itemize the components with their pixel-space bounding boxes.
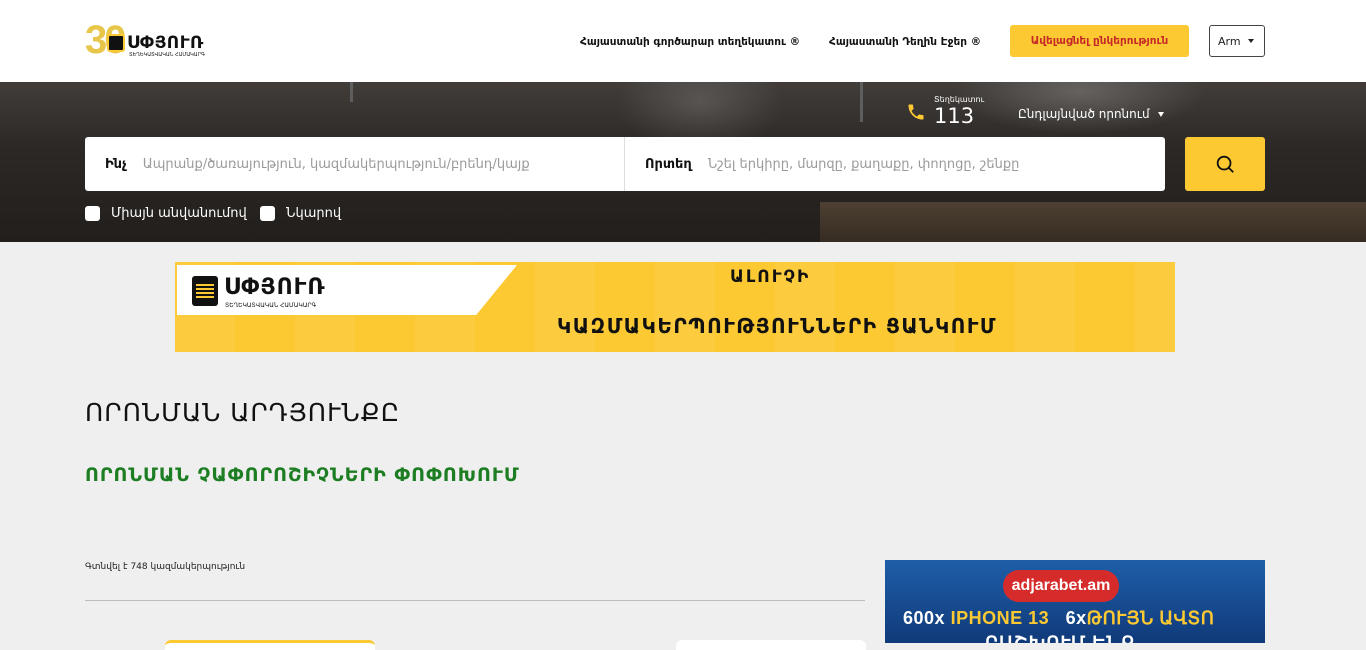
checkbox-with-image-box[interactable] bbox=[260, 206, 275, 221]
site-header: 30 ՍՓՅՈՒՌ ՏԵՂԵԿԱՏՎԱԿԱՆ ՀԱՄԱԿԱՐԳ Հայաստան… bbox=[0, 0, 1366, 82]
advanced-search-label: Ընդլայնված որոնում bbox=[1018, 107, 1150, 121]
chevron-down-icon bbox=[1157, 112, 1164, 117]
ad-headline-count-2: 6x bbox=[1065, 608, 1087, 628]
change-search-criteria-link[interactable]: ՈՐՈՆՄԱՆ ՉԱՓՈՐՈՇԻՉՆԵՐԻ ՓՈՓՈԽՈՒՄ bbox=[85, 464, 520, 486]
search-where-input[interactable] bbox=[707, 149, 1165, 179]
checkbox-name-only-label: Միայն անվանումով bbox=[111, 206, 247, 221]
logo-emblem-icon bbox=[107, 34, 125, 52]
checkbox-name-only-box[interactable] bbox=[85, 206, 100, 221]
search-what-input[interactable] bbox=[142, 149, 624, 179]
search-icon bbox=[1216, 155, 1234, 173]
ad-headline-prize-2: ԹՈՒՅՆ ԱՎՏՈ bbox=[1086, 608, 1215, 628]
ad-subline: ԲԱՇԽՈՒՄ ԵՆՔ bbox=[985, 633, 1136, 643]
site-logo[interactable]: 30 ՍՓՅՈՒՌ ՏԵՂԵԿԱՏՎԱԿԱՆ ՀԱՄԱԿԱՐԳ bbox=[85, 18, 205, 62]
language-select-value: Arm bbox=[1218, 34, 1241, 48]
banner-top-text: ԱԼՈՒՉԻ bbox=[730, 267, 811, 287]
ad-headline: 600x IPHONE 13 6xԹՈՒՅՆ ԱՎՏՈ bbox=[903, 608, 1214, 629]
results-tab-active[interactable] bbox=[165, 640, 375, 650]
checkbox-with-image[interactable]: Նկարով bbox=[260, 206, 341, 221]
banner-logo-tagline: ՏԵՂԵԿԱՏՎԱԿԱՆ ՀԱՄԱԿԱՐԳ bbox=[225, 302, 317, 309]
search-button[interactable] bbox=[1185, 137, 1265, 191]
results-tab[interactable] bbox=[676, 640, 866, 650]
logo-tagline: ՏԵՂԵԿԱՏՎԱԿԱՆ ՀԱՄԱԿԱՐԳ bbox=[129, 52, 205, 58]
banner-main-text: ԿԱԶՄԱԿԵՐՊՈՒԹՅՈՒՆՆԵՐԻ ՑԱՆԿՈՒՄ bbox=[557, 314, 997, 338]
advanced-search-dropdown[interactable]: Ընդլայնված որոնում bbox=[1018, 107, 1164, 121]
checkbox-name-only[interactable]: Միայն անվանումով bbox=[85, 206, 247, 221]
ad-headline-prize-1: IPHONE 13 bbox=[950, 608, 1050, 628]
banner-logo-icon bbox=[192, 276, 218, 306]
results-divider bbox=[85, 600, 865, 601]
search-where-group: Որտեղ bbox=[625, 137, 1165, 191]
phone-icon bbox=[908, 104, 924, 120]
search-what-group: Ինչ bbox=[85, 137, 625, 191]
nav-business-directory[interactable]: Հայաստանի գործարար տեղեկատու ® bbox=[580, 36, 800, 48]
search-where-label: Որտեղ bbox=[645, 156, 692, 172]
language-select[interactable]: Arm bbox=[1209, 25, 1265, 57]
search-bar: Ինչ Որտեղ bbox=[85, 137, 1165, 191]
side-advertisement[interactable]: adjarabet.am 600x IPHONE 13 6xԹՈՒՅՆ ԱՎՏՈ… bbox=[885, 560, 1265, 643]
hotline-label: Տեղեկատու bbox=[934, 95, 985, 104]
logo-name: ՍՓՅՈՒՌ bbox=[127, 33, 204, 53]
ad-headline-count-1: 600x bbox=[903, 608, 946, 628]
chevron-down-icon bbox=[1248, 39, 1254, 43]
hotline-number: 113 bbox=[934, 104, 975, 128]
search-what-label: Ինչ bbox=[105, 156, 127, 172]
results-count: Գտնվել է 748 կազմակերպություն bbox=[85, 562, 246, 572]
results-title: ՈՐՈՆՄԱՆ ԱՐԴՅՈՒՆՔԸ bbox=[85, 398, 400, 427]
add-company-button[interactable]: Ավելացնել ընկերություն bbox=[1010, 25, 1189, 57]
banner-logo-name: ՍՓՅՈՒՌ bbox=[224, 275, 326, 300]
checkbox-with-image-label: Նկարով bbox=[286, 206, 342, 221]
ad-brand: adjarabet.am bbox=[1003, 570, 1119, 602]
nav-yellow-pages[interactable]: Հայաստանի Դեղին Էջեր ® bbox=[829, 36, 981, 48]
promo-banner[interactable]: ՍՓՅՈՒՌ ՏԵՂԵԿԱՏՎԱԿԱՆ ՀԱՄԱԿԱՐԳ ԱԼՈՒՉԻ ԿԱԶՄ… bbox=[175, 262, 1175, 352]
